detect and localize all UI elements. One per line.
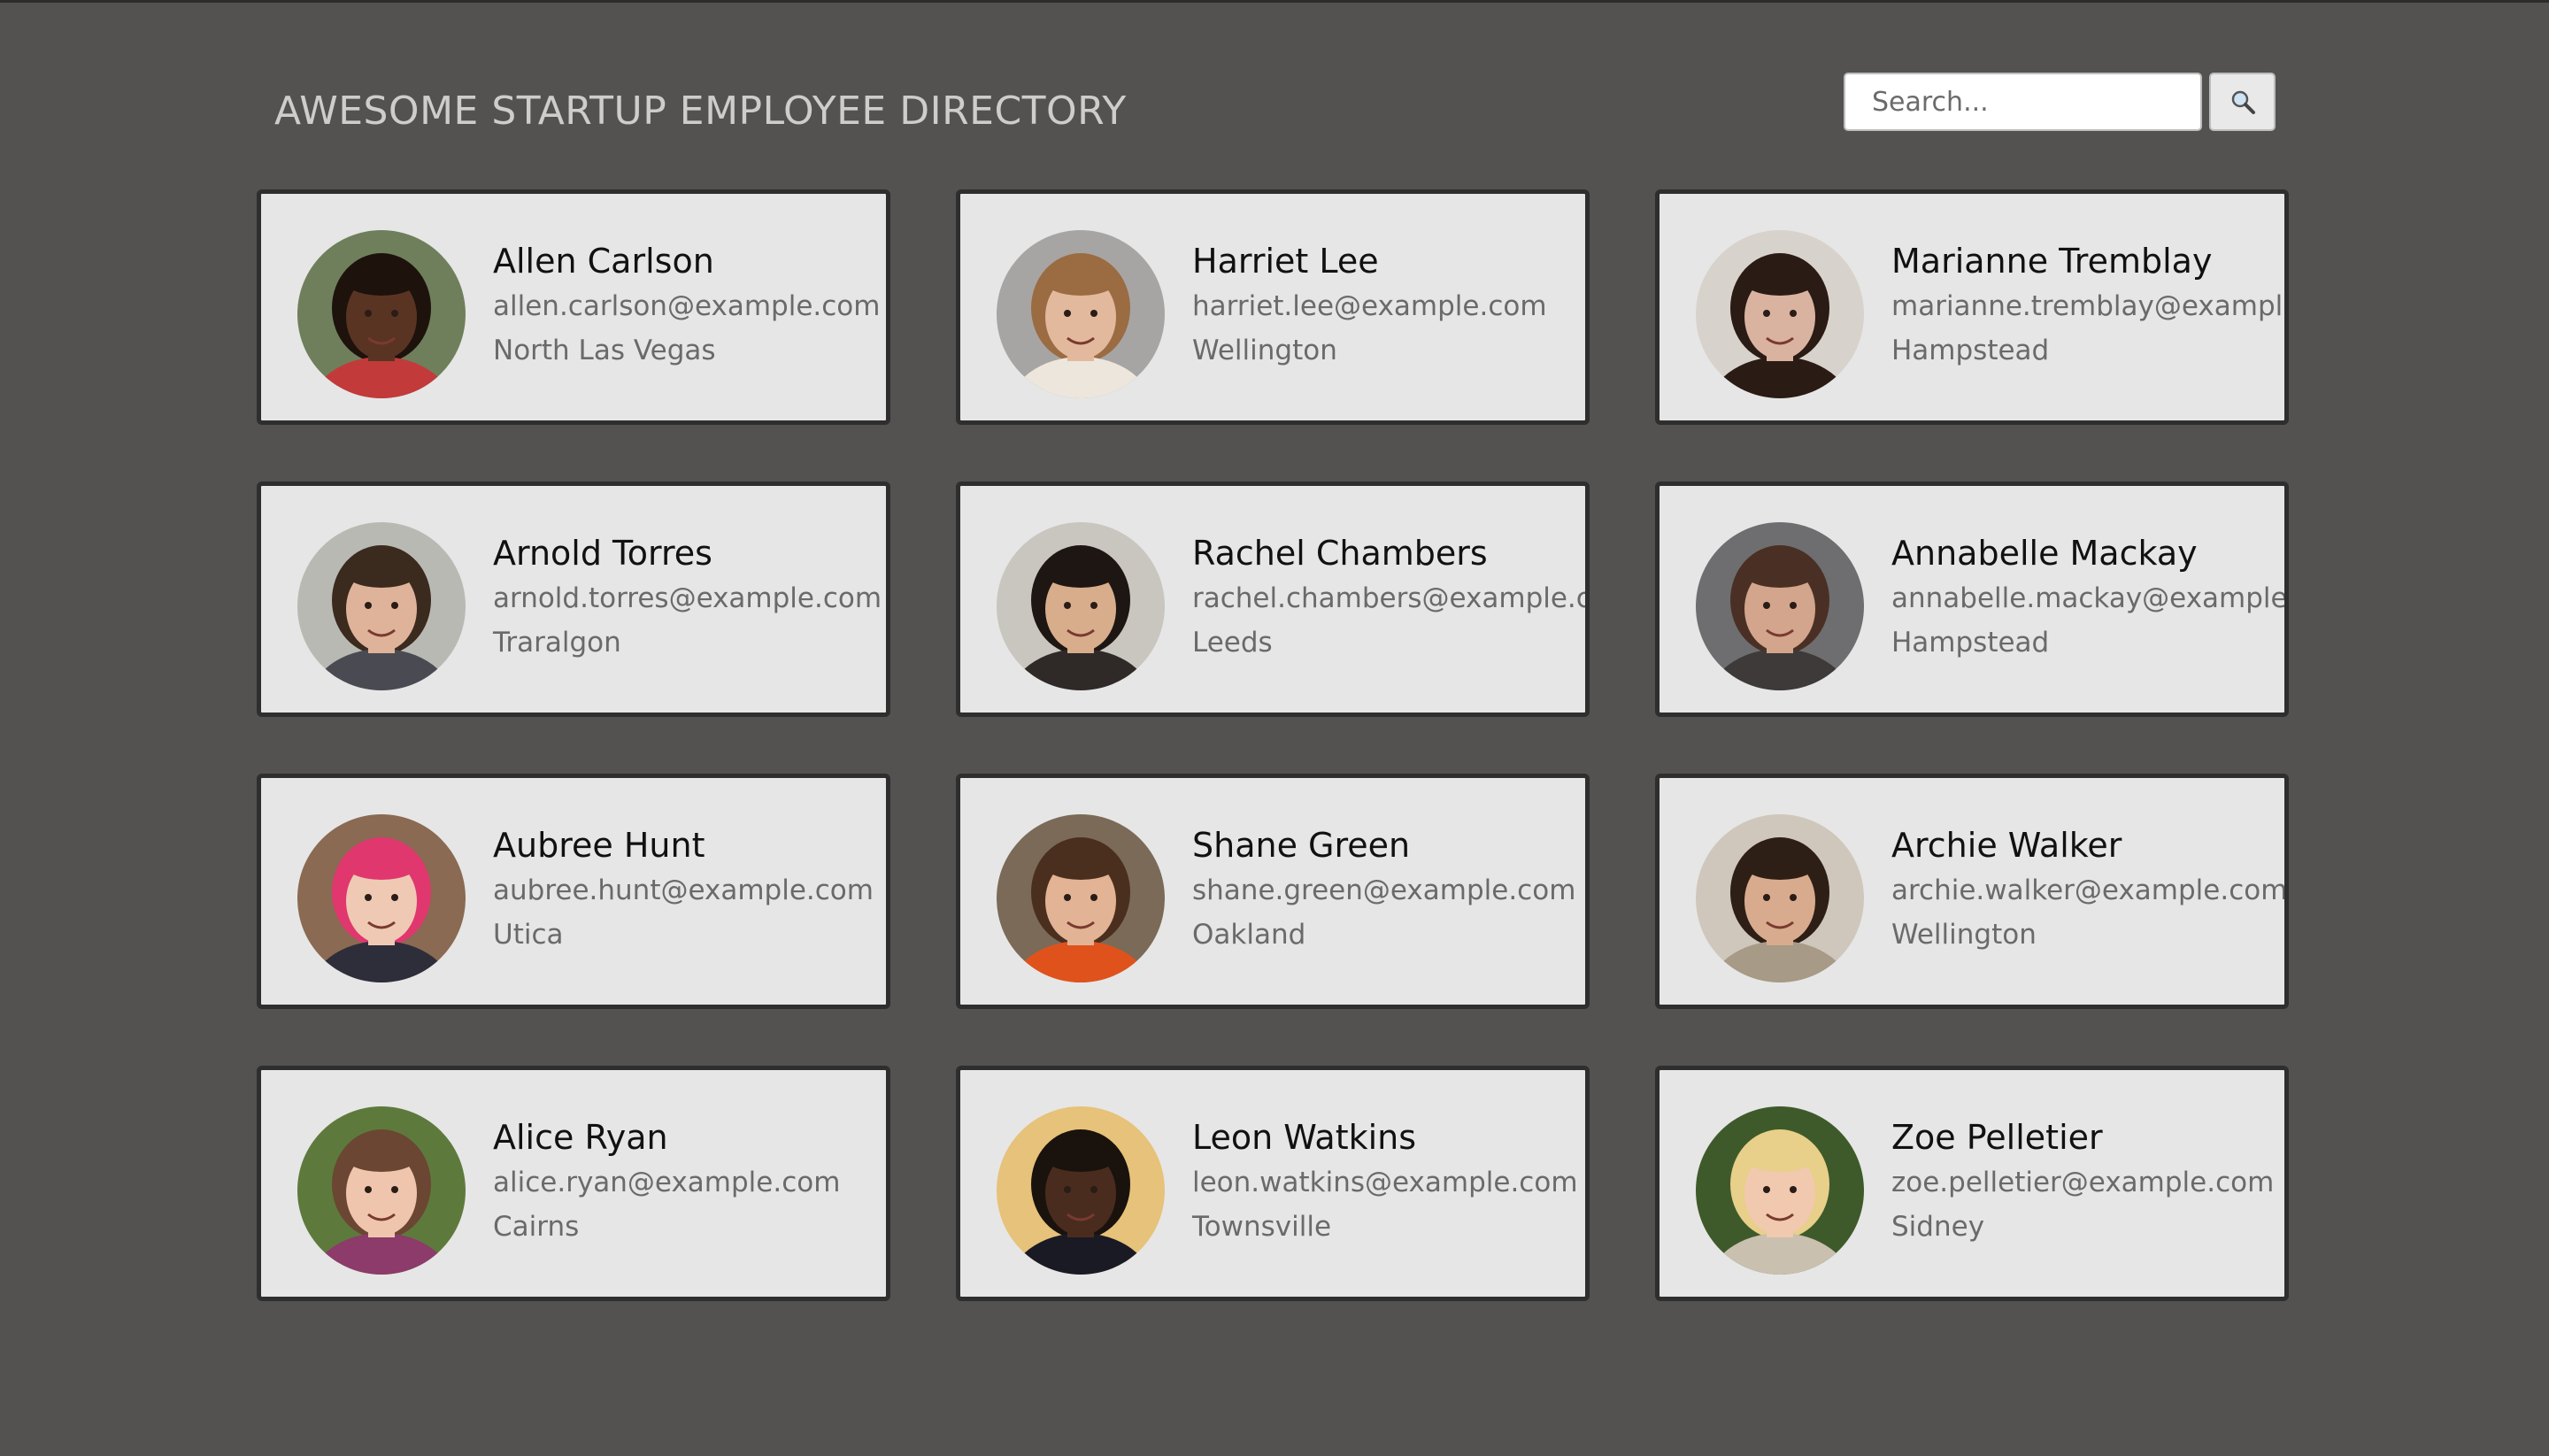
employee-email: alice.ryan@example.com [493,1167,841,1198]
employee-directory-page: AWESOME STARTUP EMPLOYEE DIRECTORY Allen… [0,0,2549,1456]
employee-name: Alice Ryan [493,1118,668,1157]
search-input[interactable] [1844,73,2202,131]
portrait-photo [1696,522,1864,690]
employee-card[interactable]: Leon Watkins leon.watkins@example.com To… [956,1066,1590,1301]
employee-card[interactable]: Allen Carlson allen.carlson@example.com … [257,189,890,425]
employee-city: Cairns [493,1211,580,1243]
employee-card[interactable]: Marianne Tremblay marianne.tremblay@exam… [1655,189,2289,425]
portrait-photo [997,814,1165,982]
portrait-photo [997,230,1165,398]
employee-email: annabelle.mackay@example.com [1891,582,2288,614]
employee-email: aubree.hunt@example.com [493,874,874,906]
employee-name: Allen Carlson [493,242,714,281]
portrait-photo [297,522,466,690]
portrait-photo [297,1106,466,1275]
employee-city: Wellington [1192,335,1337,366]
employee-card[interactable]: Zoe Pelletier zoe.pelletier@example.com … [1655,1066,2289,1301]
employee-city: Hampstead [1891,627,2050,659]
employee-name: Arnold Torres [493,534,712,573]
magnifier-icon [2231,90,2255,114]
portrait-photo [1696,1106,1864,1275]
employee-grid: Allen Carlson allen.carlson@example.com … [257,189,2292,1301]
employee-name: Zoe Pelletier [1891,1118,2103,1157]
employee-avatar [1696,522,1864,690]
employee-city: Traralgon [493,627,621,659]
employee-name: Marianne Tremblay [1891,242,2213,281]
employee-info: Archie Walker archie.walker@example.com … [1891,824,2288,957]
employee-name: Rachel Chambers [1192,534,1488,573]
employee-avatar [997,814,1165,982]
employee-email: shane.green@example.com [1192,874,1576,906]
employee-card[interactable]: Alice Ryan alice.ryan@example.com Cairns [257,1066,890,1301]
employee-info: Marianne Tremblay marianne.tremblay@exam… [1891,240,2284,373]
employee-city: Wellington [1891,919,2037,951]
employee-card[interactable]: Annabelle Mackay annabelle.mackay@exampl… [1655,481,2289,717]
employee-info: Shane Green shane.green@example.com Oakl… [1192,824,1575,957]
portrait-photo [997,522,1165,690]
employee-city: Hampstead [1891,335,2050,366]
employee-info: Arnold Torres arnold.torres@example.com … [493,532,882,665]
employee-name: Archie Walker [1891,826,2122,865]
employee-city: Sidney [1891,1211,1985,1243]
portrait-photo [1696,230,1864,398]
employee-name: Annabelle Mackay [1891,534,2198,573]
employee-city: North Las Vegas [493,335,716,366]
employee-email: rachel.chambers@example.com [1192,582,1590,614]
employee-avatar [297,1106,466,1275]
employee-name: Harriet Lee [1192,242,1379,281]
portrait-photo [297,814,466,982]
employee-name: Shane Green [1192,826,1411,865]
employee-info: Harriet Lee harriet.lee@example.com Well… [1192,240,1547,373]
employee-avatar [1696,230,1864,398]
search-form [1844,73,2276,131]
search-button[interactable] [2209,73,2276,131]
employee-email: arnold.torres@example.com [493,582,882,614]
employee-avatar [297,230,466,398]
employee-avatar [1696,1106,1864,1275]
employee-info: Annabelle Mackay annabelle.mackay@exampl… [1891,532,2288,665]
employee-city: Oakland [1192,919,1306,951]
employee-avatar [297,814,466,982]
employee-card[interactable]: Harriet Lee harriet.lee@example.com Well… [956,189,1590,425]
employee-email: leon.watkins@example.com [1192,1167,1578,1198]
employee-avatar [997,1106,1165,1275]
employee-card[interactable]: Aubree Hunt aubree.hunt@example.com Utic… [257,774,890,1009]
employee-card[interactable]: Arnold Torres arnold.torres@example.com … [257,481,890,717]
portrait-photo [297,230,466,398]
employee-email: allen.carlson@example.com [493,290,881,322]
employee-info: Zoe Pelletier zoe.pelletier@example.com … [1891,1116,2274,1249]
employee-info: Aubree Hunt aubree.hunt@example.com Utic… [493,824,874,957]
employee-city: Townsville [1192,1211,1332,1243]
employee-avatar [297,522,466,690]
employee-card[interactable]: Archie Walker archie.walker@example.com … [1655,774,2289,1009]
employee-info: Alice Ryan alice.ryan@example.com Cairns [493,1116,840,1249]
employee-avatar [997,522,1165,690]
employee-info: Rachel Chambers rachel.chambers@example.… [1192,532,1590,665]
portrait-photo [1696,814,1864,982]
portrait-photo [997,1106,1165,1275]
employee-info: Leon Watkins leon.watkins@example.com To… [1192,1116,1578,1249]
employee-email: archie.walker@example.com [1891,874,2288,906]
employee-city: Utica [493,919,564,951]
employee-city: Leeds [1192,627,1273,659]
employee-avatar [997,230,1165,398]
employee-card[interactable]: Rachel Chambers rachel.chambers@example.… [956,481,1590,717]
employee-name: Leon Watkins [1192,1118,1417,1157]
page-title: AWESOME STARTUP EMPLOYEE DIRECTORY [274,89,1127,134]
employee-avatar [1696,814,1864,982]
employee-name: Aubree Hunt [493,826,705,865]
employee-email: harriet.lee@example.com [1192,290,1547,322]
employee-email: marianne.tremblay@example.com [1891,290,2284,322]
employee-info: Allen Carlson allen.carlson@example.com … [493,240,880,373]
employee-card[interactable]: Shane Green shane.green@example.com Oakl… [956,774,1590,1009]
employee-email: zoe.pelletier@example.com [1891,1167,2275,1198]
